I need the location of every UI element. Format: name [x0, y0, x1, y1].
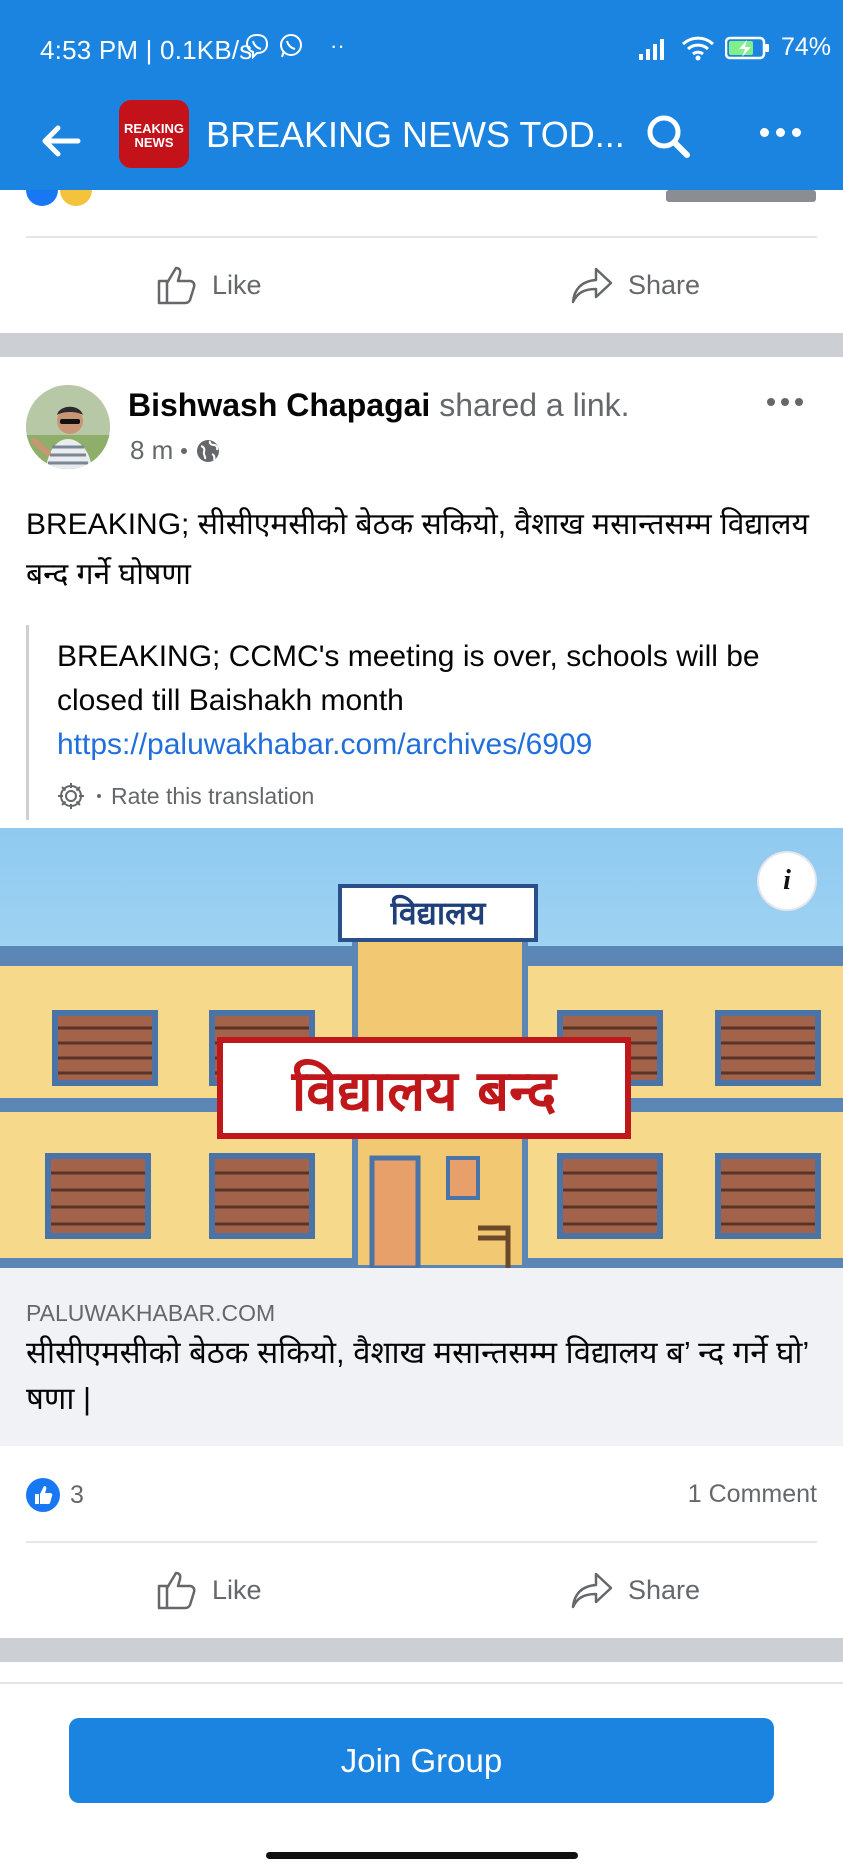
share-button[interactable]: Share: [570, 240, 700, 330]
reaction-count: 3: [70, 1480, 84, 1509]
link-domain: PALUWAKHABAR.COM: [26, 1300, 276, 1326]
battery-percent: 74%: [780, 33, 831, 61]
school-sign-text: विद्यालय: [390, 894, 487, 932]
settings-gear-icon: [58, 783, 84, 809]
thumbs-up-icon: [157, 266, 196, 305]
signal-icon: [638, 38, 664, 60]
meta-separator-dot: [181, 447, 188, 454]
search-icon[interactable]: [644, 112, 692, 160]
share-arrow-icon: [571, 267, 613, 304]
divider: [26, 236, 817, 238]
post-action-text: shared a link.: [439, 387, 630, 423]
thumbs-up-icon: [157, 1571, 196, 1610]
rate-separator-dot: [97, 794, 101, 798]
status-time: 4:53 PM | 0.1KB/s: [40, 35, 253, 65]
author-name[interactable]: Bishwash Chapagai: [128, 387, 430, 423]
comment-count[interactable]: 1 Comment: [688, 1480, 817, 1509]
previous-post-actions: Like Share: [0, 240, 843, 330]
post-actions: Like Share: [0, 1545, 843, 1635]
notification-icons: ··: [244, 33, 345, 59]
like-button[interactable]: Like: [156, 240, 262, 330]
group-title[interactable]: BREAKING NEWS TOD...: [206, 114, 625, 156]
post-separator: [0, 1638, 843, 1662]
avatar[interactable]: [26, 385, 110, 469]
whatsapp-icon: [280, 34, 302, 58]
post-text: BREAKING; सीसीएमसीको बेठक सकियो, वैशाख म…: [26, 508, 809, 591]
share-button[interactable]: Share: [570, 1545, 700, 1635]
divider: [26, 1541, 817, 1543]
like-label: Like: [212, 269, 262, 300]
like-button[interactable]: Like: [156, 1545, 262, 1635]
link-preview-image[interactable]: विद्यालय विद्यालय बन्द: [0, 828, 843, 1268]
rate-translation-label: Rate this translation: [111, 782, 315, 809]
share-arrow-icon: [571, 1572, 613, 1609]
share-label: Share: [628, 1574, 701, 1605]
wifi-icon: [681, 36, 714, 60]
translation-box: BREAKING; CCMC's meeting is over, school…: [26, 625, 819, 820]
home-indicator[interactable]: [266, 1852, 578, 1859]
previous-post-peek: [0, 190, 843, 210]
more-notifications-indicator: ··: [330, 33, 345, 58]
reaction-summary[interactable]: 3: [26, 1478, 84, 1512]
post-meta: 8 m: [130, 435, 221, 466]
status-right: 74%: [638, 33, 831, 62]
group-logo[interactable]: REAKING NEWS: [119, 100, 189, 168]
more-options-icon[interactable]: [760, 128, 801, 137]
rate-translation[interactable]: Rate this translation: [55, 780, 314, 812]
back-arrow-icon[interactable]: [38, 118, 84, 164]
battery-charging-icon: [724, 36, 769, 59]
like-reaction-icon: [26, 1478, 60, 1512]
share-label: Share: [628, 269, 701, 300]
school-closed-banner-text: विद्यालय बन्द: [291, 1058, 559, 1124]
post-time[interactable]: 8 m: [130, 435, 173, 466]
translation-link[interactable]: https://paluwakhabar.com/archives/6909: [57, 723, 817, 767]
globe-icon: [197, 439, 220, 462]
info-button[interactable]: i: [759, 853, 815, 909]
status-bar: 4:53 PM | 0.1KB/s ·· 74%: [0, 0, 843, 100]
post-separator: [0, 333, 843, 357]
translation-content: BREAKING; CCMC's meeting is over, school…: [57, 635, 817, 767]
link-title[interactable]: सीसीएमसीको बेठक सकियो, वैशाख मसान्तसम्म …: [26, 1330, 816, 1422]
top-bar: 4:53 PM | 0.1KB/s ·· 74% REAKING NEWS BR…: [0, 0, 843, 190]
viber-icon: [245, 33, 269, 59]
post-header: Bishwash Chapagai shared a link.: [128, 387, 630, 424]
post-more-options-icon[interactable]: [767, 398, 803, 406]
join-group-button[interactable]: Join Group: [69, 1718, 774, 1803]
translated-text: BREAKING; CCMC's meeting is over, school…: [57, 640, 760, 717]
like-label: Like: [212, 1574, 262, 1605]
